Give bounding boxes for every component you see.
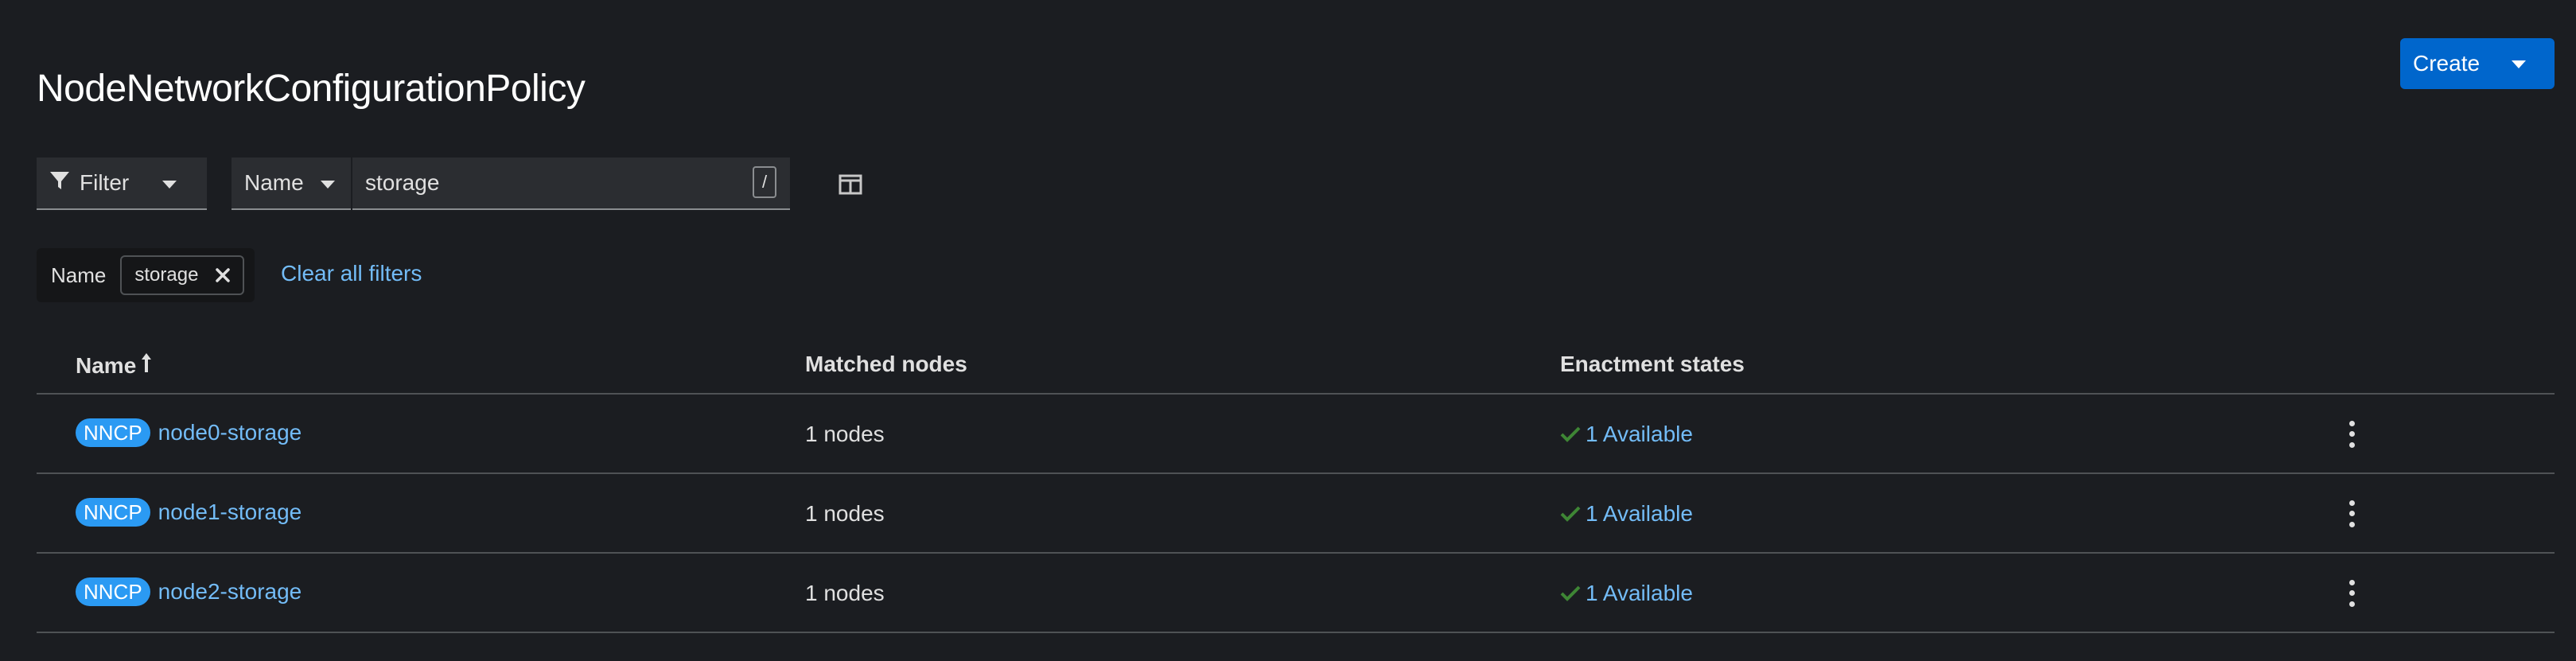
column-header-matched-nodes[interactable]: Matched nodes [805,352,967,377]
enactment-state-cell: 1 Available [1560,501,1693,527]
check-icon [1560,505,1581,523]
policy-name-link[interactable]: node0-storage [158,420,302,445]
sort-ascending-icon [141,352,152,379]
policy-name-link[interactable]: node2-storage [158,579,302,605]
enactment-state-cell: 1 Available [1560,581,1693,606]
policy-name-link[interactable]: node1-storage [158,500,302,525]
table-header: Name Matched nodes Enactment states [37,334,2555,395]
row-name-cell: NNCP node1-storage [76,498,302,527]
policy-table: Name Matched nodes Enactment states NNCP… [37,334,2555,633]
columns-icon[interactable] [839,174,862,195]
caret-down-icon [321,181,335,189]
page-title: NodeNetworkConfigurationPolicy [37,68,586,111]
kebab-icon[interactable] [2344,577,2360,609]
filter-toggle[interactable]: Filter [37,157,207,210]
keyboard-shortcut-hint: / [753,166,776,198]
clear-all-filters-link[interactable]: Clear all filters [281,261,422,286]
kebab-icon[interactable] [2344,498,2360,530]
filter-attribute-label: Name [244,170,304,195]
row-name-cell: NNCP node0-storage [76,418,302,447]
search-input[interactable] [352,157,790,210]
check-icon [1560,426,1581,443]
kebab-icon[interactable] [2344,418,2360,450]
chip-group-label: Name [51,262,107,287]
page: NodeNetworkConfigurationPolicy Create Fi… [0,0,2576,661]
create-button-label: Create [2413,51,2481,76]
filter-attribute-select[interactable]: Name [232,157,351,210]
column-header-name[interactable]: Name [76,352,152,379]
column-header-name-label: Name [76,352,137,378]
nncp-badge: NNCP [76,498,150,527]
nncp-badge: NNCP [76,418,150,447]
filter-chip-group: Name storage [37,248,255,302]
table-row: NNCP node2-storage 1 nodes 1 Available [37,554,2555,633]
column-header-enactment-states[interactable]: Enactment states [1560,352,1745,377]
create-button[interactable]: Create [2400,38,2555,89]
table-row: NNCP node0-storage 1 nodes 1 Available [37,395,2555,474]
enactment-state-cell: 1 Available [1560,422,1693,447]
filter-chip: storage [120,255,245,295]
table-row: NNCP node1-storage 1 nodes 1 Available [37,474,2555,554]
enactment-state-link[interactable]: 1 Available [1586,501,1693,527]
filter-chip-label: storage [134,264,199,286]
enactment-state-link[interactable]: 1 Available [1586,422,1693,447]
row-name-cell: NNCP node2-storage [76,577,302,606]
close-icon[interactable] [216,268,231,282]
enactment-state-link[interactable]: 1 Available [1586,581,1693,606]
matched-nodes-cell: 1 nodes [805,422,885,446]
check-icon [1560,585,1581,602]
matched-nodes-cell: 1 nodes [805,581,885,605]
filter-icon [49,170,70,196]
matched-nodes-cell: 1 nodes [805,501,885,526]
filter-toggle-label: Filter [80,170,130,195]
caret-down-icon [2512,60,2526,68]
caret-down-icon [162,181,177,189]
nncp-badge: NNCP [76,577,150,606]
